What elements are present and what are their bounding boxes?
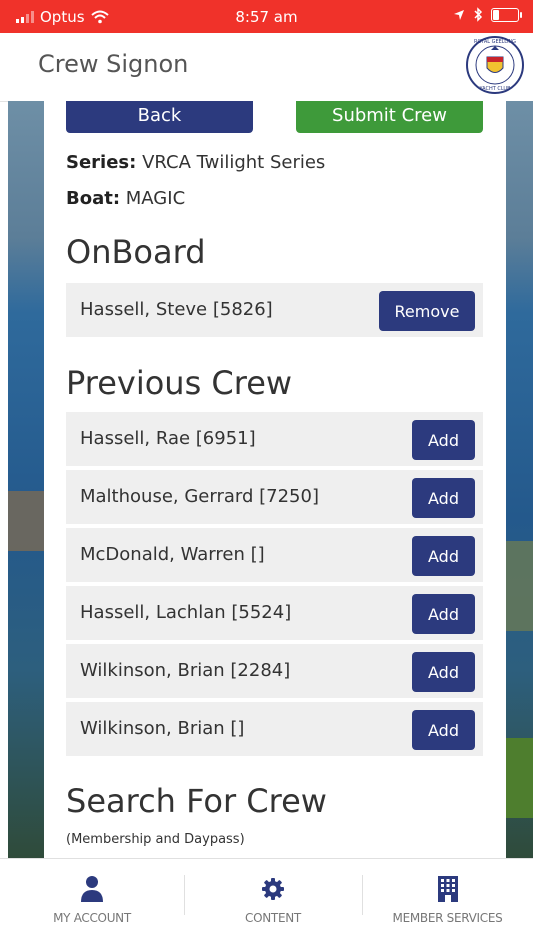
previous-crew-row: Hassell, Rae [6951] Add [66,412,483,466]
tab-member-services[interactable]: MEMBER SERVICES [362,859,533,928]
back-button[interactable]: Back [66,101,253,133]
grass-image [505,738,533,818]
crew-name: Wilkinson, Brian [] [80,718,245,739]
add-button[interactable]: Add [412,478,475,518]
svg-text:YACHT CLUB: YACHT CLUB [478,86,511,92]
onboard-row: Hassell, Steve [5826] Remove [66,283,483,337]
remove-button[interactable]: Remove [379,291,475,331]
previous-crew-row: Malthouse, Gerrard [7250] Add [66,470,483,524]
page-title: Crew Signon [38,50,189,78]
series-info: Series: VRCA Twilight Series [66,152,325,173]
bluetooth-icon [474,7,483,22]
series-value: VRCA Twilight Series [142,152,326,173]
series-label: Series: [66,152,137,173]
previous-crew-row: Hassell, Lachlan [5524] Add [66,586,483,640]
boat-value: MAGIC [125,188,186,209]
tab-label: CONTENT [245,911,301,925]
svg-text:ROYAL GEELONG: ROYAL GEELONG [474,39,516,45]
tab-my-account[interactable]: MY ACCOUNT [0,859,184,928]
search-heading: Search For Crew [66,782,327,820]
tab-label: MY ACCOUNT [53,911,131,925]
crew-name: McDonald, Warren [] [80,544,265,565]
crew-name: Wilkinson, Brian [2284] [80,660,291,681]
crew-name: Malthouse, Gerrard [7250] [80,486,319,507]
add-button[interactable]: Add [412,536,475,576]
gear-icon [259,875,287,903]
location-icon [454,9,464,20]
boat-info: Boat: MAGIC [66,188,185,209]
add-button[interactable]: Add [412,594,475,634]
onboard-heading: OnBoard [66,233,206,271]
previous-crew-row: McDonald, Warren [] Add [66,528,483,582]
previous-crew-heading: Previous Crew [66,364,293,402]
add-button[interactable]: Add [412,652,475,692]
status-bar: Optus 8:57 am [0,0,533,33]
tab-content[interactable]: CONTENT [184,859,362,928]
crew-name: Hassell, Steve [5826] [80,299,273,320]
previous-crew-row: Wilkinson, Brian [] Add [66,702,483,756]
crew-name: Hassell, Lachlan [5524] [80,602,292,623]
search-subtitle: (Membership and Daypass) [66,832,245,847]
battery-icon [491,7,522,22]
boat-label: Boat: [66,188,121,209]
bottom-tab-bar: MY ACCOUNT CONTENT MEMBER SERVICES [0,858,533,928]
app-header: Crew Signon ROYAL GEELONG YACHT CLUB [0,33,533,102]
submit-crew-button[interactable]: Submit Crew [296,101,483,133]
add-button[interactable]: Add [412,420,475,460]
club-logo: ROYAL GEELONG YACHT CLUB [466,36,524,94]
pier-image [8,491,44,551]
crew-name: Hassell, Rae [6951] [80,428,256,449]
user-icon [78,875,106,903]
crew-panel: Back Submit Crew Series: VRCA Twilight S… [44,101,506,858]
add-button[interactable]: Add [412,710,475,750]
building-icon [434,875,462,903]
tab-label: MEMBER SERVICES [392,911,503,925]
previous-crew-row: Wilkinson, Brian [2284] Add [66,644,483,698]
